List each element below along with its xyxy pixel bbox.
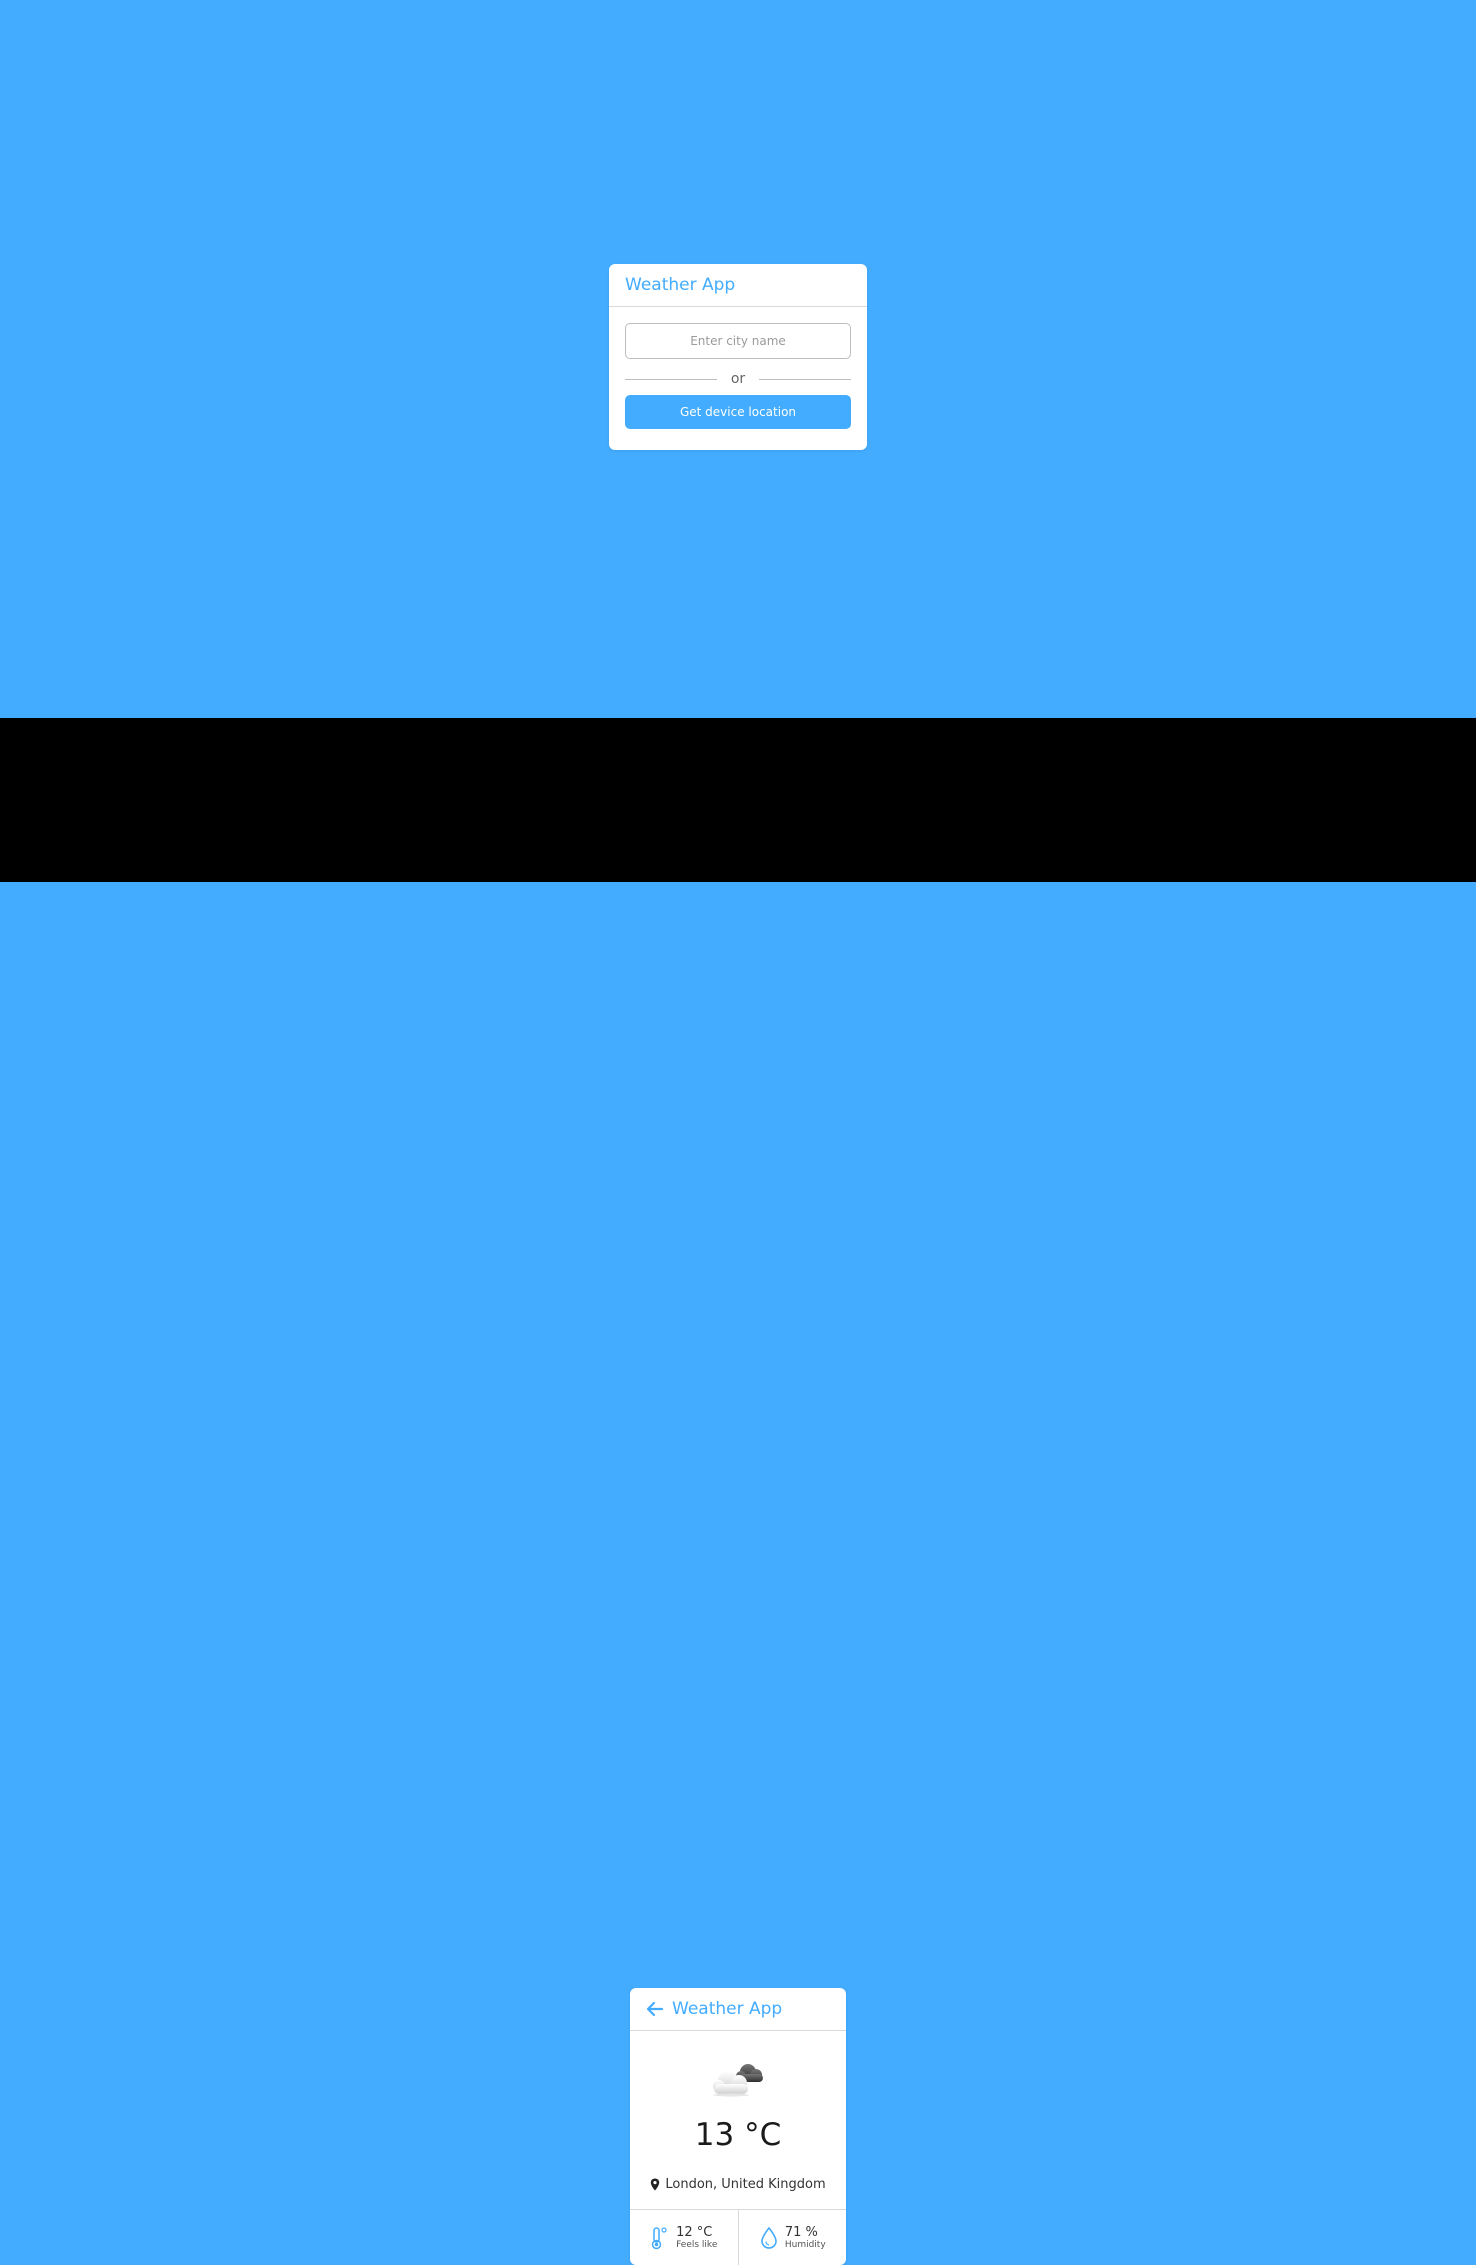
feels-like-text: 12 °C Feels like — [676, 2225, 717, 2251]
feels-like-value: 12 °C — [676, 2224, 713, 2240]
get-device-location-button[interactable]: Get device location — [625, 395, 851, 429]
location: London, United Kingdom — [630, 2177, 846, 2192]
app-title: Weather App — [625, 275, 736, 295]
thermometer-icon — [650, 2226, 670, 2250]
search-body: or Get device location — [609, 307, 867, 429]
divider-line-left — [625, 378, 717, 380]
humidity-text: 71 % Humidity — [785, 2225, 826, 2251]
weather-screen: Weather App 13 °C London, United Kingdom… — [0, 882, 1476, 2265]
map-pin-icon — [650, 2178, 660, 2191]
divider-line-right — [759, 378, 852, 380]
search-card: Weather App or Get device location — [609, 264, 867, 450]
or-text: or — [730, 371, 746, 387]
feels-like-label: Feels like — [676, 2240, 718, 2251]
or-divider: or — [625, 371, 852, 387]
droplet-icon — [759, 2226, 779, 2250]
temperature: 13 °C — [694, 2117, 782, 2153]
humidity-section: 71 % Humidity — [737, 2210, 847, 2265]
humidity-value: 71 % — [784, 2224, 818, 2240]
app-title: Weather App — [672, 1999, 783, 2019]
weather-card: Weather App 13 °C London, United Kingdom… — [630, 1988, 846, 2265]
weather-details: 12 °C Feels like 71 % Humidity — [630, 2209, 846, 2265]
city-search-input[interactable] — [625, 323, 851, 359]
card-header: Weather App — [630, 1988, 846, 2031]
card-header: Weather App — [609, 264, 867, 307]
weather-main: 13 °C London, United Kingdom — [630, 2031, 846, 2209]
feels-like-section: 12 °C Feels like — [630, 2210, 738, 2265]
humidity-label: Humidity — [784, 2240, 826, 2251]
screen-separator — [0, 718, 1476, 882]
cloudy-icon — [710, 2059, 768, 2097]
search-screen: Weather App or Get device location — [0, 0, 1476, 718]
location-text: London, United Kingdom — [665, 2177, 826, 2192]
back-arrow-icon[interactable] — [646, 2000, 664, 2018]
